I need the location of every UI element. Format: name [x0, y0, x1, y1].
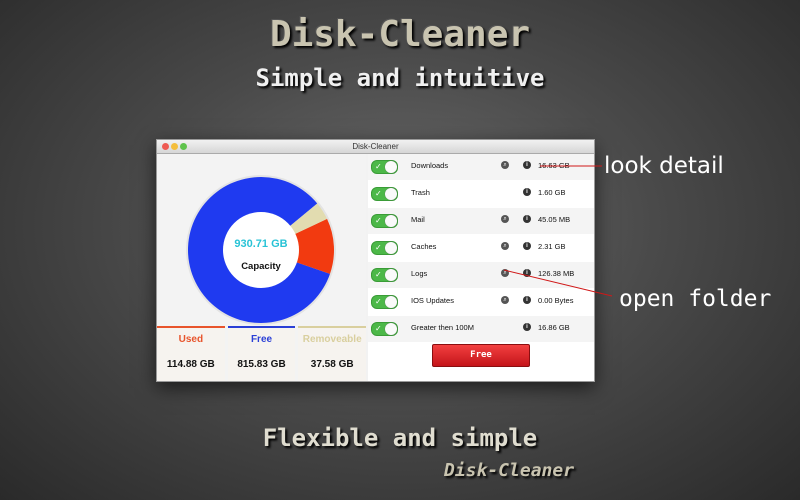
annotation-open-folder: open folder — [619, 286, 772, 312]
annotation-lines — [503, 165, 613, 297]
open-folder-line — [503, 269, 613, 297]
annotation-look-detail: look detail — [604, 153, 724, 179]
